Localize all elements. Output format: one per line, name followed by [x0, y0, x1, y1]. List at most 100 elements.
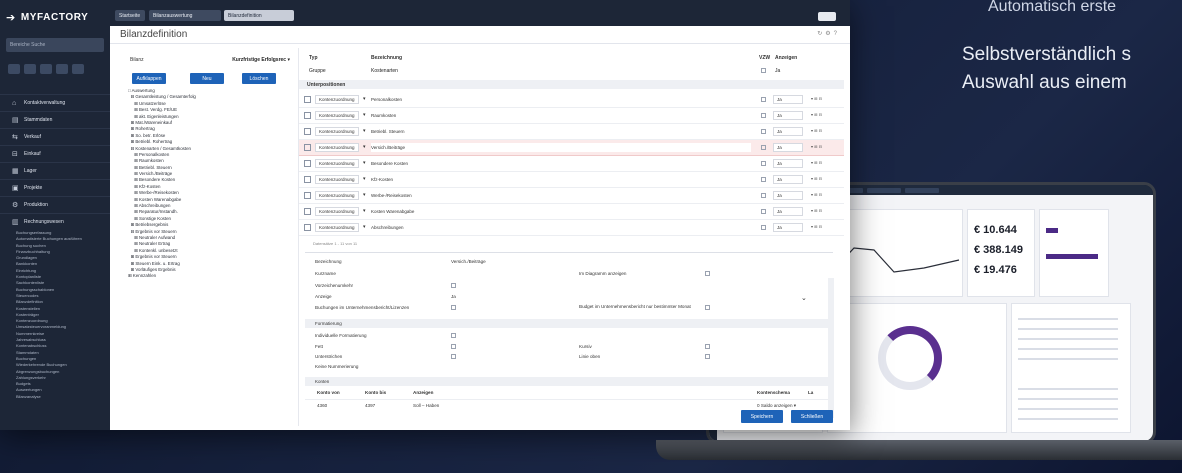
sidebar-tree-item[interactable]: Bilanzanalyse [16, 394, 110, 400]
quick-icon-1[interactable] [8, 64, 20, 74]
row-bezeichnung[interactable]: Werbe-/Reisekosten [371, 191, 751, 200]
save-button[interactable]: Speichern [741, 410, 783, 423]
row-typ[interactable]: Kontenzuordnung [315, 111, 359, 120]
row-vzw-checkbox[interactable] [761, 97, 766, 102]
tree-item[interactable]: ⊞ Kennzahlen [128, 273, 293, 279]
row-typ[interactable]: Kontenzuordnung [315, 191, 359, 200]
fett-checkbox[interactable] [451, 344, 456, 349]
anzeige-value[interactable]: Ja [451, 294, 456, 299]
row-typ[interactable]: Kontenzuordnung [315, 143, 359, 152]
unterstrichen-checkbox[interactable] [451, 354, 456, 359]
row-action-icons[interactable]: ▾ ⊞ ⊟ [811, 128, 822, 133]
table-row[interactable]: Kontenzuordnung ▾ Werbe-/Reisekosten Ja ▾ ⊞ … [299, 188, 844, 204]
expand-button[interactable]: Aufklappen [132, 73, 166, 84]
row-action-icons[interactable]: ▾ ⊞ ⊟ [811, 192, 822, 197]
row-bezeichnung[interactable]: Versich./Beiträge [371, 143, 751, 152]
row-bezeichnung[interactable]: Raumkosten [371, 111, 751, 120]
sidebar-item-2[interactable]: ⇆ Verkauf [0, 128, 110, 145]
new-button[interactable]: Neu [190, 73, 224, 84]
tab-bilanzauswertung[interactable]: Bilanzauswertung [149, 10, 221, 21]
sidebar-item-0[interactable]: ⌂ Kontaktverwaltung [0, 94, 110, 111]
sidebar-item-7[interactable]: ▥ Rechnungswesen [0, 213, 110, 230]
table-row[interactable]: Kontenzuordnung ▾ Versich./Beiträge Ja ▾ ⊞ ⊟ [299, 140, 844, 156]
sidebar-item-4[interactable]: ▦ Lager [0, 162, 110, 179]
row-chevron-icon[interactable]: ▾ [363, 176, 366, 182]
row-action-icons[interactable]: ▾ ⊞ ⊟ [811, 208, 822, 213]
row-vzw-checkbox[interactable] [761, 177, 766, 182]
sidebar-item-6[interactable]: ⚙ Produktion [0, 196, 110, 213]
row-chevron-icon[interactable]: ▾ [363, 224, 366, 230]
anzeige-chevron-icon[interactable]: ⌄ [801, 294, 807, 302]
row-anzeigen[interactable]: Ja [773, 191, 803, 200]
close-button[interactable]: Schließen [791, 410, 833, 423]
quick-icon-3[interactable] [40, 64, 52, 74]
diagramm-checkbox[interactable] [705, 271, 710, 276]
row-bezeichnung[interactable]: Betriebl. Steuern [371, 127, 751, 136]
tab-bilanzdefinition[interactable]: Bilanzdefinition [224, 10, 294, 21]
row-typ[interactable]: Kontenzuordnung [315, 207, 359, 216]
row-bezeichnung[interactable]: Personalkosten [371, 95, 751, 104]
table-row[interactable]: Kontenzuordnung ▾ Raumkosten Ja ▾ ⊞ ⊟ [299, 108, 844, 124]
row-vzw-checkbox[interactable] [761, 145, 766, 150]
row-chevron-icon[interactable]: ▾ [363, 192, 366, 198]
konto-von-value[interactable]: 4360 [317, 403, 327, 408]
sidebar-item-3[interactable]: ⊟ Einkauf [0, 145, 110, 162]
sidebar-item-1[interactable]: ▤ Stammdaten [0, 111, 110, 128]
delete-button[interactable]: Löschen [242, 73, 276, 84]
row-action-icons[interactable]: ▾ ⊞ ⊟ [811, 224, 822, 229]
help-icon[interactable]: ? [834, 31, 840, 37]
quick-icon-5[interactable] [72, 64, 84, 74]
table-row[interactable]: Kontenzuordnung ▾ Abschreibungen Ja ▾ ⊞ ⊟ [299, 220, 844, 236]
row-chevron-icon[interactable]: ▾ [363, 160, 366, 166]
tab-startseite[interactable]: Startseite [115, 10, 145, 21]
row-action-icons[interactable]: ▾ ⊞ ⊟ [811, 96, 822, 101]
table-row[interactable]: Kontenzuordnung ▾ Kosten Warenabgabe Ja ▾ ⊞ … [299, 204, 844, 220]
row-vzw-checkbox[interactable] [761, 129, 766, 134]
individuell-checkbox[interactable] [451, 333, 456, 338]
table-row[interactable]: Kontenzuordnung ▾ Kfz-Kosten Ja ▾ ⊞ ⊟ [299, 172, 844, 188]
row-anzeigen[interactable]: Ja [773, 95, 803, 104]
gear-icon[interactable]: ⚙ [825, 31, 833, 37]
sidebar-item-5[interactable]: ▣ Projekte [0, 179, 110, 196]
group-vzw-checkbox[interactable] [761, 68, 766, 73]
row-anzeigen[interactable]: Ja [773, 223, 803, 232]
konto-anzeigen-value[interactable]: Soll – Haben [413, 403, 439, 408]
header-bezeichnung[interactable]: Bezeichnung [371, 55, 402, 61]
row-action-icons[interactable]: ▾ ⊞ ⊟ [811, 160, 822, 165]
row-typ[interactable]: Kontenzuordnung [315, 127, 359, 136]
row-anzeigen[interactable]: Ja [773, 159, 803, 168]
quick-icon-4[interactable] [56, 64, 68, 74]
table-row[interactable]: Kontenzuordnung ▾ Betriebl. Steuern Ja ▾ ⊞ ⊟ [299, 124, 844, 140]
row-vzw-checkbox[interactable] [761, 193, 766, 198]
row-vzw-checkbox[interactable] [761, 225, 766, 230]
row-bezeichnung[interactable]: Abschreibungen [371, 223, 751, 232]
row-chevron-icon[interactable]: ▾ [363, 128, 366, 134]
row-bezeichnung[interactable]: Besondere Kosten [371, 159, 751, 168]
budget-checkbox[interactable] [705, 305, 710, 310]
sidebar-search-input[interactable]: Bereiche Suche [6, 38, 104, 52]
row-anzeigen[interactable]: Ja [773, 111, 803, 120]
row-action-icons[interactable]: ▾ ⊞ ⊟ [811, 112, 822, 117]
row-chevron-icon[interactable]: ▾ [363, 208, 366, 214]
header-vzw[interactable]: VZW [759, 55, 770, 61]
quick-icon-2[interactable] [24, 64, 36, 74]
saldo-select[interactable]: 0 Saldo anzeigen ▾ [757, 403, 796, 409]
row-typ[interactable]: Kontenzuordnung [315, 159, 359, 168]
header-typ[interactable]: Typ [309, 55, 318, 61]
bilanz-select[interactable]: Kurzfristige Erfolgsrec ▾ [216, 55, 290, 65]
row-bezeichnung[interactable]: Kosten Warenabgabe [371, 207, 751, 216]
row-action-icons[interactable]: ▾ ⊞ ⊟ [811, 176, 822, 181]
table-row[interactable]: Kontenzuordnung ▾ Besondere Kosten Ja ▾ ⊞ ⊟ [299, 156, 844, 172]
row-chevron-icon[interactable]: ▾ [363, 112, 366, 118]
linie-checkbox[interactable] [705, 354, 710, 359]
row-chevron-icon[interactable]: ▾ [363, 96, 366, 102]
table-row[interactable]: Kontenzuordnung ▾ Personalkosten Ja ▾ ⊞ ⊟ [299, 92, 844, 108]
bezeichnung-value[interactable]: Versich./Beiträge [451, 259, 486, 264]
row-chevron-icon[interactable]: ▾ [363, 144, 366, 150]
row-action-icons[interactable]: ▾ ⊞ ⊟ [811, 144, 822, 149]
row-anzeigen[interactable]: Ja [773, 207, 803, 216]
buchungen-checkbox[interactable] [451, 305, 456, 310]
kursiv-checkbox[interactable] [705, 344, 710, 349]
row-typ[interactable]: Kontenzuordnung [315, 95, 359, 104]
row-typ[interactable]: Kontenzuordnung [315, 223, 359, 232]
